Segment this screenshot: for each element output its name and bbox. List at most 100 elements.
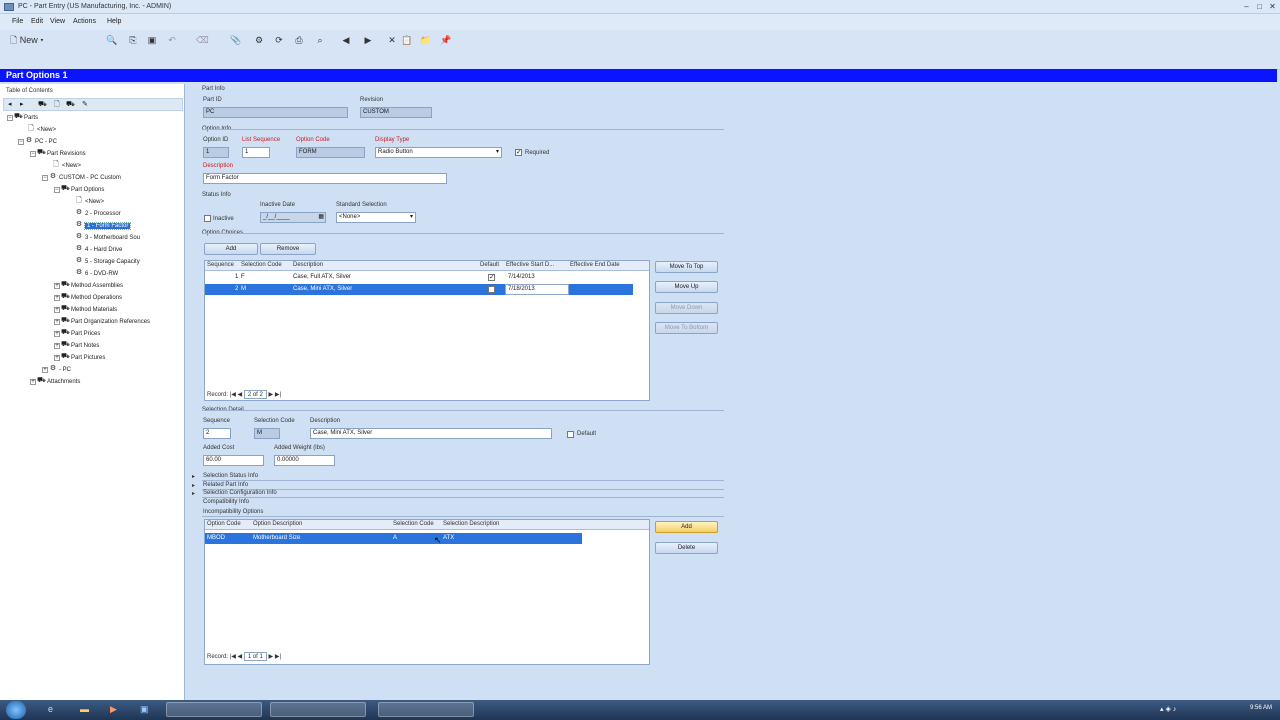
folder-icon[interactable]: ▬ [80,704,89,714]
expand-related-part-icon[interactable]: ▸ [192,482,195,489]
tree-node-part-org-refs[interactable]: ⛟Part Organization References [61,317,150,327]
col-selection-code[interactable]: Selection Code [241,262,282,268]
revision-field[interactable]: CUSTOM [360,107,432,118]
expand-part-prices[interactable]: + [54,331,60,337]
previous-icon[interactable]: ◀ [340,34,352,46]
move-to-bottom-button[interactable]: Move To Bottom [655,322,718,334]
selection-default-checkbox[interactable] [567,431,574,438]
tree-node-parts[interactable]: ⛟Parts [14,113,38,123]
col-effective-start[interactable]: Effective Start D... [506,262,554,268]
col-default[interactable]: Default [480,262,499,268]
preview-icon[interactable]: ⌕ [313,34,327,46]
expand-part-notes[interactable]: + [54,343,60,349]
menu-help[interactable]: Help [107,18,121,25]
start-button[interactable] [6,701,26,719]
expand-parts[interactable]: − [7,115,13,121]
tree-node-part-prices[interactable]: ⛟Part Prices [61,329,100,339]
tree-node-part-notes[interactable]: ⛟Part Notes [61,341,99,351]
tree-node-attachments[interactable]: ⛟Attachments [37,377,80,387]
col-selection-code[interactable]: Selection Code [393,521,434,527]
tree-node-method-operations[interactable]: ⛟Method Operations [61,293,122,303]
table-row[interactable]: MBOD Motherboard Size A ATX [205,533,582,544]
move-to-top-button[interactable]: Move To Top [655,261,718,273]
delete-icon[interactable]: ✕ [386,34,398,46]
description-field[interactable]: Form Factor [203,173,447,184]
list-sequence-field[interactable]: 1 [242,147,270,158]
record-position[interactable]: 1 of 1 [243,652,267,661]
tree-node-method-materials[interactable]: ⛟Method Materials [61,305,117,315]
tree-car-icon[interactable]: ⛟ [38,100,47,109]
tree-node-option-4[interactable]: ⚙ 4 - Hard Drive [75,245,122,255]
close-icon[interactable]: ✕ [1266,2,1279,12]
move-down-button[interactable]: Move Down [655,302,718,314]
ie-icon[interactable]: e [48,704,53,714]
add-choice-button[interactable]: Add [204,243,258,255]
related-part-info-header[interactable]: Related Part Info [203,482,248,488]
expand-revisions[interactable]: − [30,151,36,157]
attach-icon[interactable]: 📎 [229,34,243,46]
delete-incompatibility-button[interactable]: Delete [655,542,718,554]
tree-doc-icon[interactable]: 🗋 [54,100,60,111]
col-option-code[interactable]: Option Code [207,521,241,527]
tree-node-method-assemblies[interactable]: ⛟Method Assemblies [61,281,123,291]
tree-node-option-3[interactable]: ⚙ 3 - Motherboard Sou [75,233,140,243]
remove-choice-button[interactable]: Remove [260,243,316,255]
taskbar-window-3[interactable] [378,702,474,717]
selection-status-info-header[interactable]: Selection Status Info [203,473,258,479]
app-icon[interactable]: ▣ [140,704,149,715]
tree-node-part-revisions[interactable]: ⛟Part Revisions [37,149,86,159]
standard-selection-select[interactable]: <None> ▾ [336,212,416,223]
part-id-field[interactable]: PC [203,107,348,118]
maximize-icon[interactable]: □ [1253,2,1266,12]
expand-method-operations[interactable]: + [54,295,60,301]
last-record-icon[interactable]: ▶| [275,654,281,660]
add-incompatibility-button[interactable]: Add [655,521,718,533]
selection-description-field[interactable]: Case, Mini ATX, Silver [310,428,552,439]
expand-selection-status-icon[interactable]: ▸ [192,473,195,480]
pin-icon[interactable]: 📌 [440,34,452,46]
selection-code-field[interactable]: M [254,428,280,439]
clear-icon[interactable]: ⌫ [196,34,209,46]
option-id-field[interactable]: 1 [203,147,229,158]
next-icon[interactable]: ▶ [362,34,374,46]
tree-node-option-6[interactable]: ⚙ 6 - DVD-RW [75,269,118,279]
default-checkbox[interactable] [488,286,495,293]
copy-icon[interactable]: ⎘ [126,34,140,46]
expand-method-materials[interactable]: + [54,307,60,313]
clock[interactable]: 9:56 AM [1250,705,1272,711]
first-record-icon[interactable]: |◀ [230,392,236,398]
undo-icon[interactable]: ↶ [166,34,178,46]
tree-back-icon[interactable]: ◂ [8,100,12,108]
table-row[interactable]: 2 M Case, Mini ATX, Silver 7/18/2013 [205,284,633,295]
prev-record-icon[interactable]: ◀ [238,654,243,660]
first-record-icon[interactable]: |◀ [230,654,236,660]
expand-custom[interactable]: − [42,175,48,181]
prev-record-icon[interactable]: ◀ [238,392,243,398]
added-cost-field[interactable]: 60.00 [203,455,264,466]
expand-pc[interactable]: − [18,139,24,145]
search-icon[interactable]: 🔍 [104,34,120,46]
expand-attachments[interactable]: + [30,379,36,385]
expand-part-org-refs[interactable]: + [54,319,60,325]
tree-settings-icon[interactable]: ✎ [82,100,88,108]
table-row[interactable]: 1 F Case, Full ATX, Silver ✓ 7/14/2013 [205,272,633,283]
tree-node-custom[interactable]: ⚙ CUSTOM - PC Custom [49,173,121,183]
expand-pc-revision[interactable]: + [42,367,48,373]
print-icon[interactable]: ⎙ [292,34,306,46]
col-description[interactable]: Description [293,262,323,268]
tree-node-option-1[interactable]: ⚙ 1 - Form Factor [75,221,132,231]
tree-forward-icon[interactable]: ▸ [20,100,24,108]
record-position[interactable]: 2 of 2 [243,390,267,399]
cell-effective-start-editing[interactable]: 7/18/2013 [505,284,569,295]
menu-file[interactable]: File [12,18,23,25]
next-record-icon[interactable]: ▶ [269,392,274,398]
minimize-icon[interactable]: – [1240,2,1253,12]
inactive-date-field[interactable]: _/__/____ ▦ [260,212,326,223]
col-sequence[interactable]: Sequence [207,262,234,268]
default-checkbox[interactable]: ✓ [488,274,495,281]
menu-actions[interactable]: Actions [73,18,96,25]
tools-icon[interactable]: ⚙ [252,34,266,46]
folder-icon[interactable]: 📁 [420,34,432,46]
tree-node-part-pictures[interactable]: ⛟Part Pictures [61,353,105,363]
tree-node-option-2[interactable]: ⚙ 2 - Processor [75,209,121,219]
